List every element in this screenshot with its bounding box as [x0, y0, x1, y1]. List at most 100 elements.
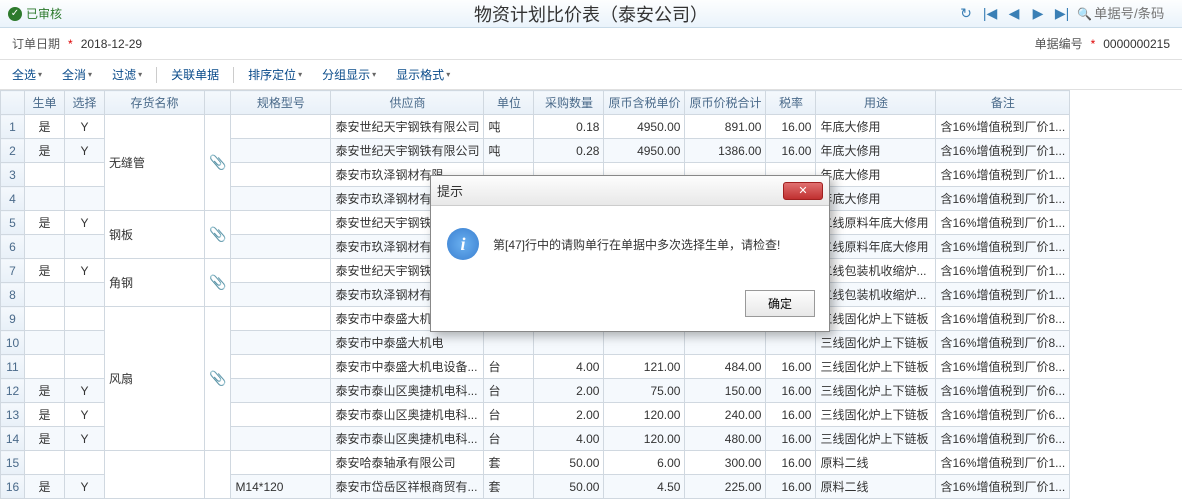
cell-supplier[interactable]: 泰安市岱岳区祥根商贸有...	[331, 475, 484, 499]
table-row[interactable]: 1是Y无缝管📎泰安世纪天宇钢铁有限公司吨0.184950.00891.0016.…	[1, 115, 1070, 139]
cell-unit[interactable]: 吨	[484, 139, 534, 163]
cell-spec[interactable]	[231, 115, 331, 139]
cell-remark[interactable]: 含16%增值税到厂价8...	[936, 355, 1070, 379]
cell-unitprice[interactable]: 4950.00	[604, 115, 685, 139]
cell-unitprice[interactable]: 120.00	[604, 403, 685, 427]
cell-supplier[interactable]: 泰安哈泰轴承有限公司	[331, 451, 484, 475]
cell-remark[interactable]: 含16%增值税到厂价6...	[936, 427, 1070, 451]
cell-use[interactable]: 年底大修用	[816, 115, 936, 139]
cell-remark[interactable]: 含16%增值税到厂价1...	[936, 451, 1070, 475]
cell-tax[interactable]: 16.00	[766, 139, 816, 163]
cell-unitprice[interactable]	[604, 331, 685, 355]
cell-qty[interactable]: 2.00	[534, 379, 604, 403]
cell-tax[interactable]: 16.00	[766, 379, 816, 403]
cell-tax[interactable]: 16.00	[766, 403, 816, 427]
cell-shengdan[interactable]	[25, 355, 65, 379]
cell-supplier[interactable]: 泰安世纪天宇钢铁有限公司	[331, 139, 484, 163]
cell-shengdan[interactable]	[25, 187, 65, 211]
cell-tax[interactable]: 16.00	[766, 115, 816, 139]
col-shengdan[interactable]: 生单	[25, 91, 65, 115]
cell-shengdan[interactable]	[25, 235, 65, 259]
group-action[interactable]: 分组显示▾	[314, 64, 384, 85]
cell-unitprice[interactable]: 120.00	[604, 427, 685, 451]
cell-unit[interactable]	[484, 331, 534, 355]
cell-xuanze[interactable]: Y	[65, 379, 105, 403]
cell-tax[interactable]: 16.00	[766, 475, 816, 499]
attachment-icon[interactable]: 📎	[205, 259, 231, 307]
cell-shengdan[interactable]: 是	[25, 115, 65, 139]
cell-xuanze[interactable]: Y	[65, 139, 105, 163]
cell-spec[interactable]	[231, 427, 331, 451]
cell-qty[interactable]: 4.00	[534, 355, 604, 379]
cell-use[interactable]: 三线固化炉上下链板	[816, 403, 936, 427]
order-date-value[interactable]: 2018-12-29	[81, 37, 142, 51]
cell-xuanze[interactable]	[65, 163, 105, 187]
cell-shengdan[interactable]: 是	[25, 427, 65, 451]
refresh-icon[interactable]: ↻	[957, 5, 975, 23]
cell-qty[interactable]: 50.00	[534, 475, 604, 499]
related-action[interactable]: 关联单据	[163, 64, 227, 85]
cell-qty[interactable]: 0.28	[534, 139, 604, 163]
cell-remark[interactable]: 含16%增值税到厂价6...	[936, 403, 1070, 427]
col-qty[interactable]: 采购数量	[534, 91, 604, 115]
cell-remark[interactable]: 含16%增值税到厂价6...	[936, 379, 1070, 403]
cell-xuanze[interactable]	[65, 235, 105, 259]
cell-spec[interactable]	[231, 187, 331, 211]
cell-use[interactable]: 二线原料年底大修用	[816, 235, 936, 259]
first-icon[interactable]: |◀	[981, 5, 999, 23]
col-use[interactable]: 用途	[816, 91, 936, 115]
cell-remark[interactable]: 含16%增值税到厂价8...	[936, 331, 1070, 355]
cell-unit[interactable]: 套	[484, 475, 534, 499]
cell-unitprice[interactable]: 4950.00	[604, 139, 685, 163]
cell-material-name[interactable]: 钢板	[105, 211, 205, 259]
cell-unit[interactable]: 套	[484, 451, 534, 475]
cell-use[interactable]: 二线包装机收缩炉...	[816, 259, 936, 283]
cell-material-name[interactable]: 风扇	[105, 307, 205, 451]
col-gongying[interactable]: 供应商	[331, 91, 484, 115]
cell-total[interactable]: 480.00	[685, 427, 766, 451]
cell-spec[interactable]	[231, 163, 331, 187]
cell-qty[interactable]: 4.00	[534, 427, 604, 451]
cell-spec[interactable]	[231, 259, 331, 283]
attachment-icon[interactable]: 📎	[205, 211, 231, 259]
cell-spec[interactable]: M14*120	[231, 475, 331, 499]
cell-xuanze[interactable]: Y	[65, 427, 105, 451]
col-huoming[interactable]: 存货名称	[105, 91, 205, 115]
col-unitprice[interactable]: 原币含税单价	[604, 91, 685, 115]
attachment-icon[interactable]: 📎	[205, 307, 231, 451]
cell-use[interactable]: 原料二线	[816, 475, 936, 499]
cell-use[interactable]: 年底大修用	[816, 163, 936, 187]
col-total[interactable]: 原币价税合计	[685, 91, 766, 115]
cell-use[interactable]: 年底大修用	[816, 139, 936, 163]
cell-shengdan[interactable]	[25, 283, 65, 307]
cell-spec[interactable]	[231, 379, 331, 403]
cell-shengdan[interactable]: 是	[25, 379, 65, 403]
cell-unit[interactable]: 台	[484, 427, 534, 451]
col-danwei[interactable]: 单位	[484, 91, 534, 115]
col-attach[interactable]	[205, 91, 231, 115]
cell-tax[interactable]: 16.00	[766, 451, 816, 475]
cell-qty[interactable]: 50.00	[534, 451, 604, 475]
cell-xuanze[interactable]: Y	[65, 115, 105, 139]
cell-tax[interactable]: 16.00	[766, 427, 816, 451]
cell-qty[interactable]	[534, 331, 604, 355]
cell-total[interactable]: 300.00	[685, 451, 766, 475]
cell-remark[interactable]: 含16%增值税到厂价8...	[936, 307, 1070, 331]
cell-supplier[interactable]: 泰安市中泰盛大机电设备...	[331, 355, 484, 379]
cell-use[interactable]: 二线包装机收缩炉...	[816, 283, 936, 307]
sort-action[interactable]: 排序定位▾	[240, 64, 310, 85]
cell-remark[interactable]: 含16%增值税到厂价1...	[936, 475, 1070, 499]
cell-tax[interactable]: 16.00	[766, 355, 816, 379]
cell-shengdan[interactable]	[25, 331, 65, 355]
prev-icon[interactable]: ◀	[1005, 5, 1023, 23]
cell-xuanze[interactable]: Y	[65, 403, 105, 427]
cell-unit[interactable]: 吨	[484, 115, 534, 139]
cell-spec[interactable]	[231, 403, 331, 427]
last-icon[interactable]: ▶|	[1053, 5, 1071, 23]
col-remark[interactable]: 备注	[936, 91, 1070, 115]
cell-shengdan[interactable]	[25, 307, 65, 331]
cell-shengdan[interactable]: 是	[25, 259, 65, 283]
doc-no-value[interactable]: 0000000215	[1103, 37, 1170, 51]
cell-use[interactable]: 三线固化炉上下链板	[816, 427, 936, 451]
cell-shengdan[interactable]: 是	[25, 475, 65, 499]
